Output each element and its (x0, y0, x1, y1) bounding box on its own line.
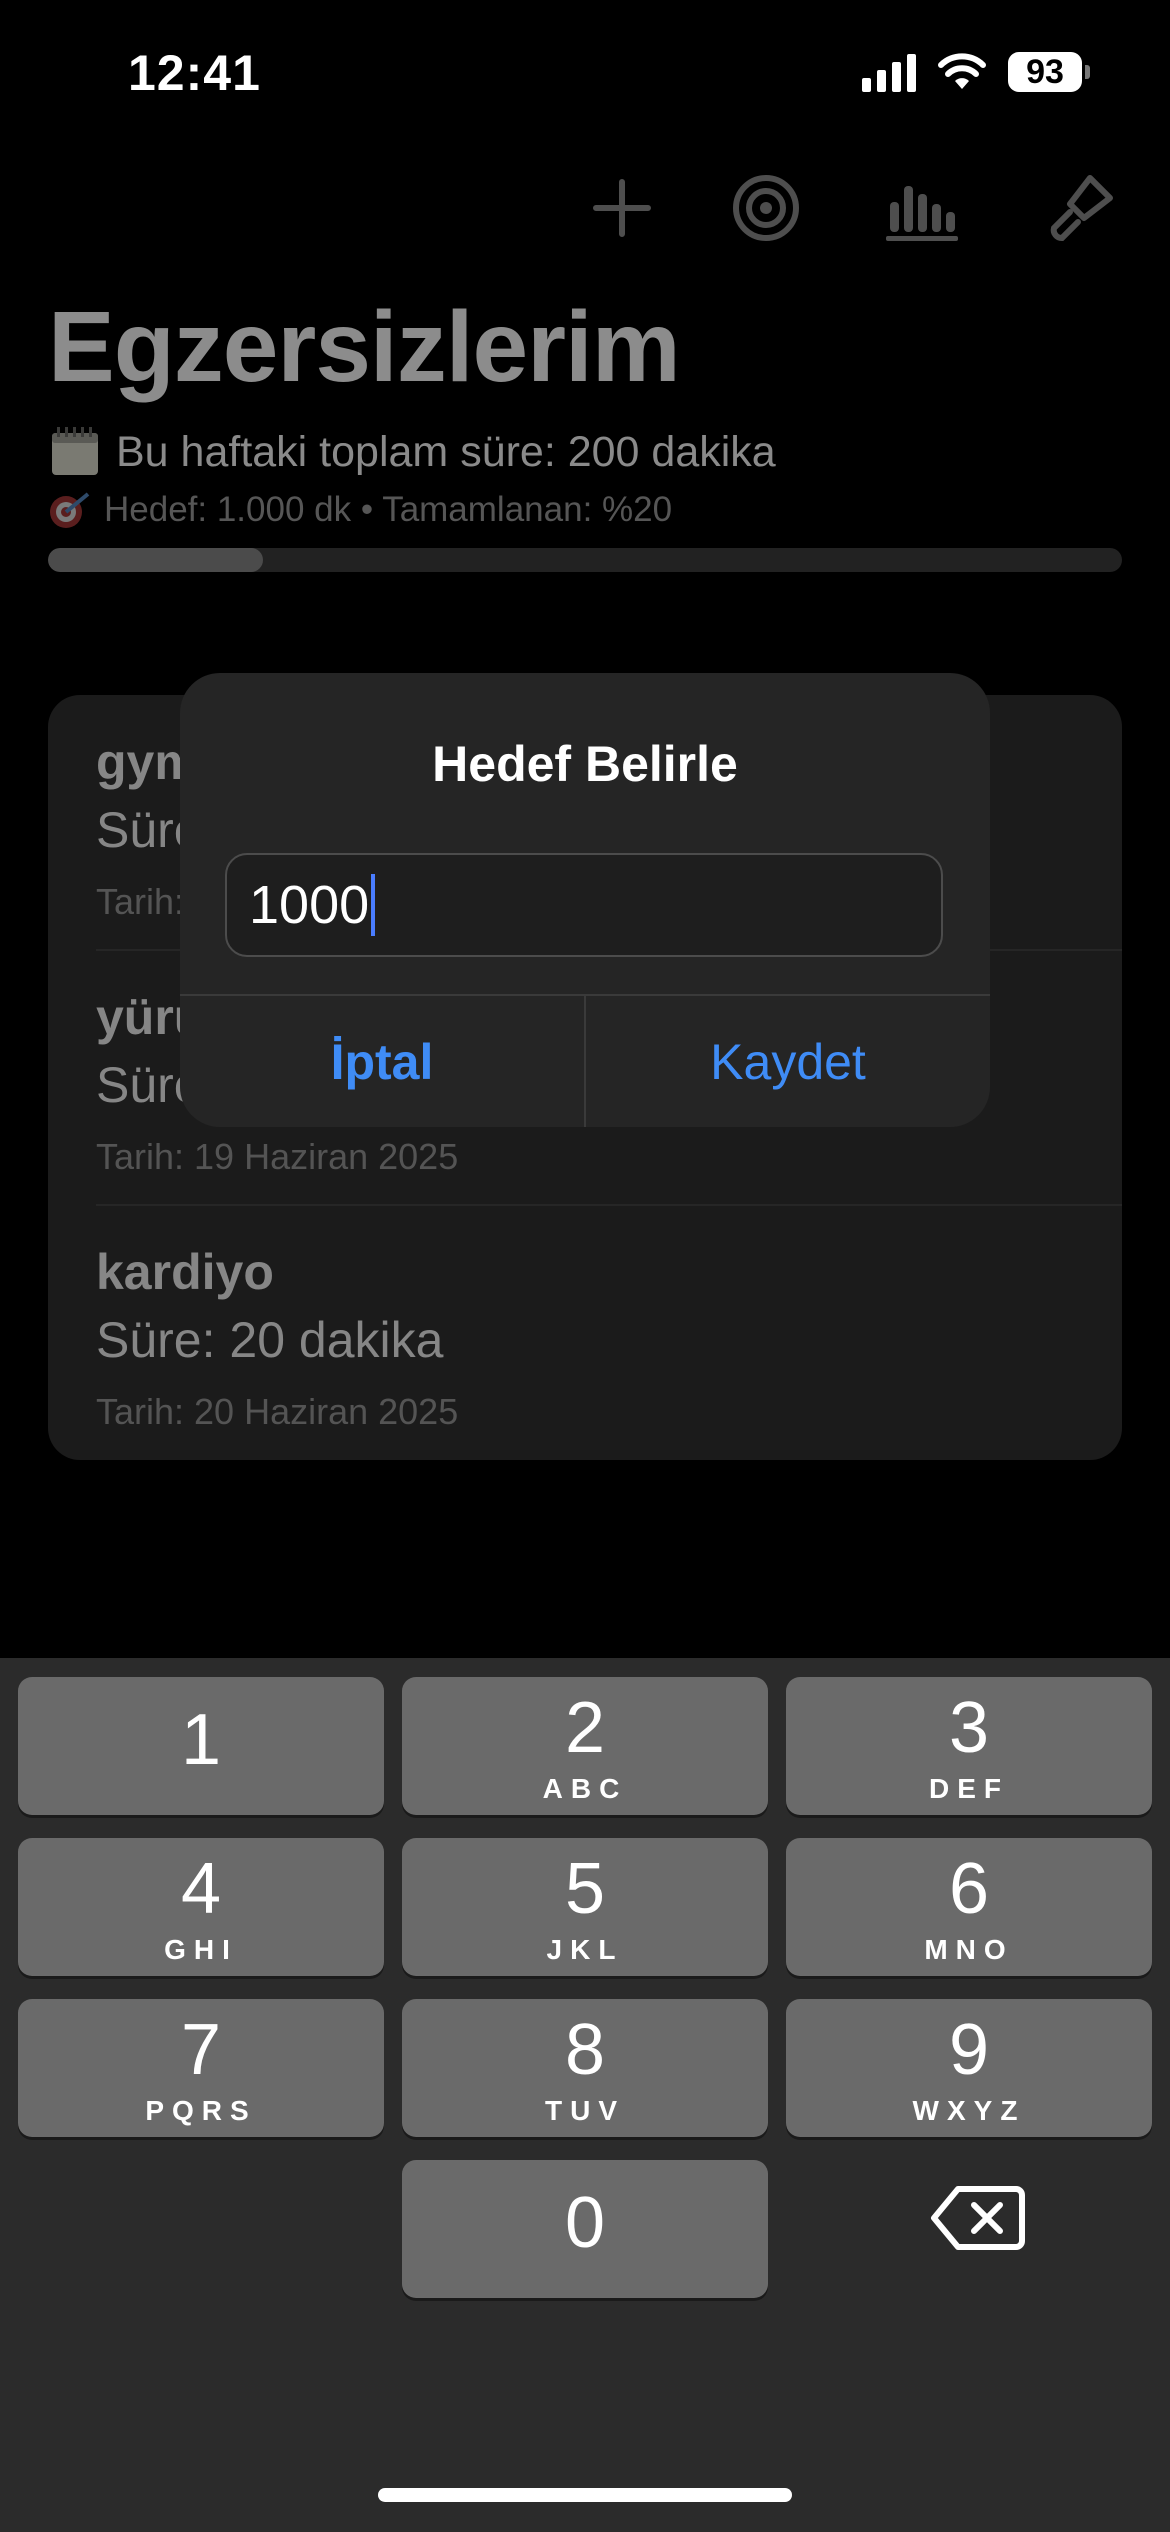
weekly-progress-bar (48, 548, 1122, 572)
page-title: Egzersizlerim (48, 291, 681, 403)
key-7[interactable]: 7 PQRS (18, 1999, 384, 2137)
goal-summary-text: Hedef: 1.000 dk • Tamamlanan: %20 (104, 490, 673, 529)
save-button[interactable]: Kaydet (586, 996, 990, 1127)
key-3[interactable]: 3 DEF (786, 1677, 1152, 1815)
weekly-progress-fill (48, 548, 263, 572)
goal-input[interactable]: 1000 (225, 853, 943, 957)
key-1[interactable]: 1 (18, 1677, 384, 1815)
exercise-duration: Süre: 20 dakika (96, 1312, 444, 1368)
key-letters: WXYZ (912, 2095, 1026, 2126)
delete-backspace-icon[interactable] (930, 2183, 1026, 2253)
paintbrush-icon[interactable] (1040, 168, 1120, 248)
key-letters: MNO (924, 1934, 1014, 1965)
bar-chart-icon[interactable] (882, 168, 962, 248)
key-8[interactable]: 8 TUV (402, 1999, 768, 2137)
key-letters: TUV (545, 2095, 625, 2126)
dart-target-icon (50, 492, 90, 528)
home-indicator (378, 2488, 792, 2502)
text-caret (371, 874, 376, 936)
key-9[interactable]: 9 WXYZ (786, 1999, 1152, 2137)
key-letters: JKL (546, 1934, 624, 1965)
key-digit: 2 (564, 1688, 606, 1768)
key-digit: 5 (564, 1849, 606, 1929)
key-digit: 9 (948, 2010, 990, 2090)
key-digit: 4 (180, 1849, 222, 1929)
key-letters: ABC (542, 1773, 628, 1804)
cancel-button[interactable]: İptal (180, 996, 584, 1127)
key-digit: 1 (180, 1700, 222, 1780)
set-goal-dialog: Hedef Belirle 1000 İptal Kaydet (180, 673, 990, 1127)
key-6[interactable]: 6 MNO (786, 1838, 1152, 1976)
exercise-name: kardiyo (96, 1244, 274, 1300)
goal-input-value: 1000 (249, 875, 370, 935)
weekly-total-text: Bu haftaki toplam süre: 200 dakika (116, 427, 776, 476)
key-digit: 3 (948, 1688, 990, 1768)
exercise-date: Tarih: 19 Haziran 2025 (96, 1136, 459, 1177)
key-5[interactable]: 5 JKL (402, 1838, 768, 1976)
weekly-total: Bu haftaki toplam süre: 200 dakika (48, 425, 776, 479)
exercise-date: Tarih: 20 Haziran 2025 (96, 1391, 459, 1432)
key-digit: 8 (564, 2010, 606, 2090)
key-digit: 6 (948, 1849, 990, 1929)
key-letters: GHI (164, 1934, 238, 1965)
key-2[interactable]: 2 ABC (402, 1677, 768, 1815)
goal-summary: Hedef: 1.000 dk • Tamamlanan: %20 (48, 490, 672, 530)
calendar-icon (52, 427, 98, 475)
list-item[interactable]: kardiyo Süre: 20 dakika Tarih: 20 Hazira… (96, 1205, 1122, 1459)
plus-icon[interactable] (582, 168, 662, 248)
dialog-title: Hedef Belirle (432, 736, 738, 792)
key-digit: 7 (180, 2010, 222, 2090)
target-icon[interactable] (726, 168, 806, 248)
key-0[interactable]: 0 (402, 2160, 768, 2298)
key-letters: DEF (929, 1773, 1009, 1804)
key-4[interactable]: 4 GHI (18, 1838, 384, 1976)
key-letters: PQRS (145, 2095, 257, 2126)
key-digit: 0 (564, 2183, 606, 2263)
